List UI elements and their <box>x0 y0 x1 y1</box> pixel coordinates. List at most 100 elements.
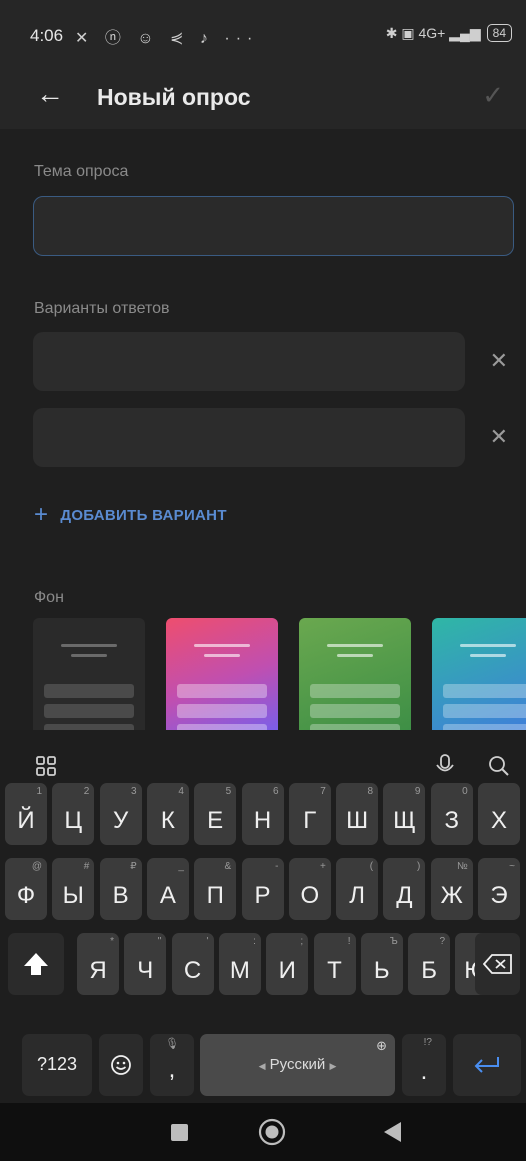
topic-label: Тема опроса <box>34 163 129 180</box>
background-option-green[interactable] <box>299 618 411 730</box>
remove-option-1-close-icon[interactable]: ✕ <box>490 348 508 374</box>
symbols-key[interactable]: ?123 <box>22 1034 92 1096</box>
signal-icons: ✱ ▣ 4G+ ▂▄▆ <box>385 24 481 41</box>
key-9[interactable]: ) Д <box>383 858 426 920</box>
key-6[interactable]: ! Т <box>313 933 356 995</box>
key-3[interactable]: ' С <box>171 933 214 995</box>
key-hint: ; <box>300 936 304 947</box>
recent-apps-square-icon[interactable] <box>171 1124 188 1141</box>
key-2[interactable]: " Ч <box>124 933 167 995</box>
key-label: Р <box>254 882 271 909</box>
key-label: В <box>112 882 129 909</box>
key-11[interactable]: Х <box>478 783 520 845</box>
key-hint: ' <box>206 936 209 947</box>
key-5[interactable]: 5Е <box>194 783 237 845</box>
system-icons: ✱ ▣ 4G+ ▂▄▆ 84 <box>386 24 512 42</box>
background-option-teal-blue[interactable] <box>432 618 526 730</box>
option-input-1[interactable] <box>33 332 465 391</box>
key-label: Ш <box>346 807 369 834</box>
shift-key[interactable] <box>8 933 64 995</box>
key-hint: ( <box>369 861 374 872</box>
period-key[interactable]: !? . <box>402 1034 446 1096</box>
key-hint: 1 <box>36 786 42 797</box>
search-icon[interactable] <box>488 755 510 777</box>
key-1[interactable]: 1Й <box>5 783 47 845</box>
key-7[interactable]: ЪЬ <box>360 933 403 995</box>
options-label: Варианты ответов <box>34 300 170 317</box>
enter-arrow-icon <box>474 1057 499 1073</box>
key-3[interactable]: 3У <box>99 783 142 845</box>
key-hint: ? <box>439 936 446 947</box>
key-label: С <box>183 957 202 984</box>
key-label: Г <box>303 807 317 834</box>
enter-key[interactable] <box>453 1034 521 1096</box>
key-label: Д <box>396 882 413 909</box>
key-label: И <box>278 957 296 984</box>
key-label: А <box>159 882 176 909</box>
key-label: Я <box>89 957 107 984</box>
key-label: Б <box>421 957 437 984</box>
keyboard-toolbar <box>0 730 526 790</box>
key-8[interactable]: 8Ш <box>336 783 379 845</box>
key-hint: 0 <box>462 786 468 797</box>
key-label: М <box>229 957 250 984</box>
space-key[interactable]: ⊕ ◀ Русский ▶ <box>200 1034 395 1096</box>
key-hint: 5 <box>225 786 232 797</box>
key-label: Н <box>253 807 272 834</box>
app-bar: ← Новый опрос ✓ <box>0 76 526 129</box>
key-1[interactable]: * Я <box>77 933 119 995</box>
key-11[interactable]: ~ Э <box>478 858 520 920</box>
key-hint: ! <box>347 936 351 947</box>
emoji-key[interactable] <box>99 1034 143 1096</box>
backspace-icon <box>483 954 512 974</box>
key-2[interactable]: 2Ц <box>52 783 95 845</box>
key-label: Ч <box>137 957 154 984</box>
key-4[interactable]: _ А <box>146 858 189 920</box>
remove-option-2-close-icon[interactable]: ✕ <box>490 424 508 450</box>
key-2[interactable]: # Ы <box>52 858 95 920</box>
key-7[interactable]: + О <box>288 858 331 920</box>
microphone-icon[interactable] <box>435 754 455 778</box>
comma-key[interactable]: 🎙 , <box>150 1034 194 1096</box>
apps-grid-icon[interactable] <box>36 756 56 776</box>
confirm-check-icon[interactable]: ✓ <box>482 80 504 111</box>
back-triangle-icon[interactable] <box>382 1121 402 1143</box>
key-label: Т <box>327 957 342 984</box>
add-option-button[interactable]: + ДОБАВИТЬ ВАРИАНТ <box>34 503 227 527</box>
key-hint: 7 <box>320 786 326 797</box>
key-5[interactable]: ; И <box>266 933 309 995</box>
option-input-2[interactable] <box>33 408 465 467</box>
battery-icon: 84 <box>486 24 512 42</box>
key-hint: : <box>253 936 256 947</box>
key-hint: & <box>224 861 232 872</box>
key-4[interactable]: :М <box>218 933 261 995</box>
key-1[interactable]: @ Ф <box>5 858 47 920</box>
smiley-icon <box>111 1055 131 1075</box>
key-9[interactable]: 9Щ <box>383 783 426 845</box>
key-8[interactable]: (Л <box>336 858 379 920</box>
key-4[interactable]: 4К <box>146 783 189 845</box>
key-label: Е <box>207 807 224 834</box>
background-option-dark[interactable] <box>33 618 145 730</box>
key-label: Ы <box>62 882 84 909</box>
key-label: П <box>206 882 224 909</box>
key-10[interactable]: 0З <box>430 783 473 845</box>
backspace-key[interactable] <box>475 933 520 995</box>
status-bar: 4:06 ✕ ⓝ ☺ ⋞ ♪ ··· ✱ ▣ 4G+ ▂▄▆ 84 <box>0 0 526 76</box>
key-hint: - <box>275 861 279 872</box>
key-label: Й <box>17 807 35 834</box>
key-8[interactable]: ? Б <box>408 933 451 995</box>
key-5[interactable]: & П <box>194 858 237 920</box>
key-7[interactable]: 7Г <box>288 783 331 845</box>
key-6[interactable]: 6Н <box>241 783 284 845</box>
background-option-pink-purple[interactable] <box>166 618 278 730</box>
key-3[interactable]: ₽ В <box>99 858 142 920</box>
topic-input[interactable] <box>33 196 514 256</box>
plus-icon: + <box>34 501 49 528</box>
home-circle-icon[interactable] <box>258 1118 286 1146</box>
key-hint: * <box>110 936 114 947</box>
keyboard: 1Й2Ц3У4К5Е6Н7Г8Ш9Щ0ЗХ @ Ф # Ы ₽ В _ А & П - Р + О(Л) Д… <box>0 730 526 1103</box>
back-arrow-icon[interactable]: ← <box>36 78 64 110</box>
key-10[interactable]: № Ж <box>430 858 473 920</box>
key-6[interactable]: -Р <box>241 858 284 920</box>
